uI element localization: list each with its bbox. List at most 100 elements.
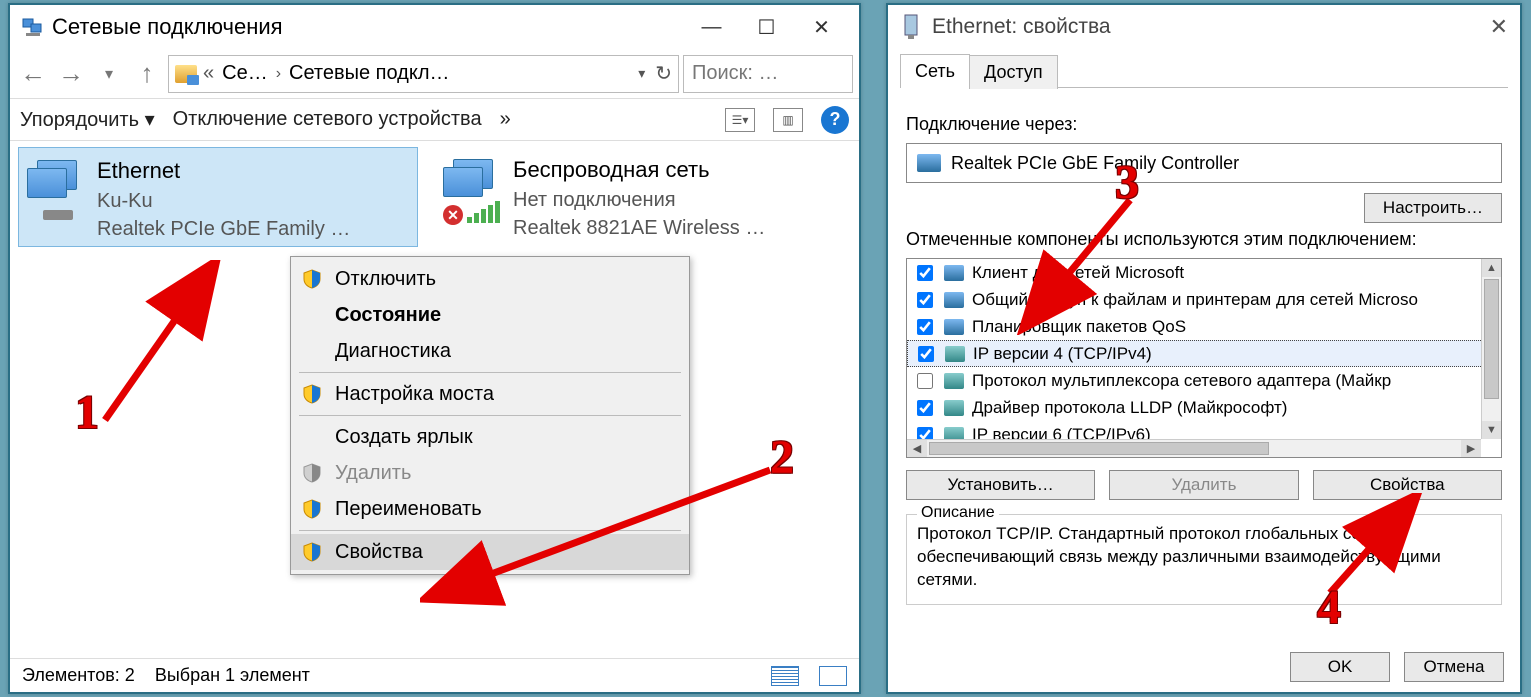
back-button[interactable]: ← — [16, 58, 50, 89]
ok-button[interactable]: OK — [1290, 652, 1390, 682]
component-label: Планировщик пакетов QoS — [972, 317, 1186, 337]
address-bar[interactable]: « Се… › Сетевые подкл… ▾ ↻ — [168, 55, 679, 93]
network-connections-window: Сетевые подключения — ☐ ✕ ← → ▾ ↑ « Се… … — [8, 3, 861, 694]
shield-icon — [301, 498, 323, 520]
scroll-right-icon[interactable]: ▶ — [1461, 440, 1481, 457]
component-icon — [944, 373, 964, 389]
status-bar: Элементов: 2 Выбран 1 элемент — [10, 658, 859, 692]
component-icon — [945, 346, 965, 362]
components-list[interactable]: Клиент для сетей Microsoft Общий доступ … — [906, 258, 1502, 458]
ctx-shortcut[interactable]: Создать ярлык — [291, 419, 689, 455]
selection-count: Выбран 1 элемент — [155, 665, 310, 686]
component-item[interactable]: IP версии 4 (TCP/IPv4) — [907, 340, 1501, 367]
component-checkbox[interactable] — [917, 373, 933, 389]
shield-icon — [301, 383, 323, 405]
minimize-button[interactable]: — — [684, 7, 739, 47]
window-title: Сетевые подключения — [52, 14, 283, 40]
view-mode-2[interactable]: ▥ — [773, 108, 803, 132]
titlebar: Ethernet: свойства ✕ — [888, 5, 1520, 49]
forward-button[interactable]: → — [54, 58, 88, 89]
component-checkbox[interactable] — [918, 346, 934, 362]
component-icon — [944, 265, 964, 281]
shield-icon — [301, 462, 323, 484]
component-icon — [944, 319, 964, 335]
toolbar: Упорядочить ▾ Отключение сетевого устрой… — [10, 99, 859, 141]
configure-button[interactable]: Настроить… — [1364, 193, 1502, 223]
titlebar: Сетевые подключения — ☐ ✕ — [10, 5, 859, 49]
ctx-diagnostics[interactable]: Диагностика — [291, 333, 689, 369]
breadcrumb-dropdown[interactable]: ▾ — [638, 65, 645, 82]
network-icon — [20, 15, 44, 39]
connections-list: Ethernet Ku-Ku Realtek PCIe GbE Family …… — [10, 141, 859, 646]
component-checkbox[interactable] — [917, 319, 933, 335]
component-item[interactable]: Протокол мультиплексора сетевого адаптер… — [907, 367, 1501, 394]
tab-access[interactable]: Доступ — [969, 55, 1058, 89]
breadcrumb-2[interactable]: Сетевые подкл… — [289, 62, 449, 85]
maximize-button[interactable]: ☐ — [739, 7, 794, 47]
scroll-up-icon[interactable]: ▲ — [1482, 259, 1501, 277]
annotation-number-2: 2 — [770, 430, 794, 485]
window-title: Ethernet: свойства — [932, 15, 1111, 39]
item-count: Элементов: 2 — [22, 665, 135, 686]
folder-icon — [175, 65, 197, 83]
scroll-down-icon[interactable]: ▼ — [1482, 421, 1501, 439]
annotation-number-3: 3 — [1115, 155, 1139, 210]
ctx-properties[interactable]: Свойства — [291, 534, 689, 570]
annotation-number-4: 4 — [1317, 580, 1341, 635]
component-item[interactable]: Планировщик пакетов QoS — [907, 313, 1501, 340]
more-button[interactable]: » — [500, 108, 511, 131]
scroll-left-icon[interactable]: ◀ — [907, 440, 927, 457]
disconnected-icon: ✕ — [443, 205, 463, 225]
ctx-status[interactable]: Состояние — [291, 297, 689, 333]
component-label: Протокол мультиплексора сетевого адаптер… — [972, 371, 1391, 391]
connection-ethernet[interactable]: Ethernet Ku-Ku Realtek PCIe GbE Family … — [18, 147, 418, 247]
description-label: Описание — [917, 504, 999, 522]
ctx-rename[interactable]: Переименовать — [291, 491, 689, 527]
horizontal-scrollbar[interactable]: ◀ ▶ — [907, 439, 1481, 457]
component-item[interactable]: Клиент для сетей Microsoft — [907, 259, 1501, 286]
wireless-icon: ✕ — [443, 155, 503, 225]
ctx-bridge[interactable]: Настройка моста — [291, 376, 689, 412]
signal-icon — [467, 201, 500, 223]
hscroll-thumb[interactable] — [929, 442, 1269, 455]
refresh-icon[interactable]: ↻ — [655, 61, 672, 86]
view-details-icon[interactable] — [771, 666, 799, 686]
component-item[interactable]: Общий доступ к файлам и принтерам для се… — [907, 286, 1501, 313]
breadcrumb-1[interactable]: Се… — [222, 62, 268, 85]
component-checkbox[interactable] — [917, 292, 933, 308]
properties-button[interactable]: Свойства — [1313, 470, 1502, 500]
component-label: IP версии 4 (TCP/IPv4) — [973, 344, 1152, 364]
nic-icon — [917, 154, 941, 172]
help-button[interactable]: ? — [821, 106, 849, 134]
vertical-scrollbar[interactable]: ▲ ▼ — [1481, 259, 1501, 439]
ctx-delete: Удалить — [291, 455, 689, 491]
description-box: Описание Протокол TCP/IP. Стандартный пр… — [906, 514, 1502, 605]
up-button[interactable]: ↑ — [130, 58, 164, 89]
view-large-icon[interactable] — [819, 666, 847, 686]
history-dropdown[interactable]: ▾ — [92, 64, 126, 84]
ctx-disable[interactable]: Отключить — [291, 261, 689, 297]
component-checkbox[interactable] — [917, 265, 933, 281]
scroll-thumb[interactable] — [1484, 279, 1499, 399]
close-button[interactable]: ✕ — [794, 7, 849, 47]
remove-button: Удалить — [1109, 470, 1298, 500]
components-label: Отмеченные компоненты используются этим … — [906, 229, 1502, 250]
search-input[interactable]: Поиск: … — [683, 55, 853, 93]
disable-device-button[interactable]: Отключение сетевого устройства — [173, 108, 482, 131]
organize-button[interactable]: Упорядочить ▾ — [20, 107, 155, 132]
ethernet-icon — [27, 156, 87, 226]
install-button[interactable]: Установить… — [906, 470, 1095, 500]
tab-network[interactable]: Сеть — [900, 54, 970, 88]
view-mode-1[interactable]: ☰▾ — [725, 108, 755, 132]
component-label: Клиент для сетей Microsoft — [972, 263, 1184, 283]
adapter-box[interactable]: Realtek PCIe GbE Family Controller — [906, 143, 1502, 183]
close-button[interactable]: ✕ — [1490, 14, 1508, 40]
cancel-button[interactable]: Отмена — [1404, 652, 1504, 682]
component-label: Общий доступ к файлам и принтерам для се… — [972, 290, 1418, 310]
connection-wireless[interactable]: ✕ Беспроводная сеть Нет подключения Real… — [435, 147, 835, 247]
component-icon — [944, 400, 964, 416]
properties-icon — [900, 13, 922, 41]
annotation-number-1: 1 — [75, 385, 99, 440]
component-checkbox[interactable] — [917, 400, 933, 416]
component-item[interactable]: Драйвер протокола LLDP (Майкрософт) — [907, 394, 1501, 421]
